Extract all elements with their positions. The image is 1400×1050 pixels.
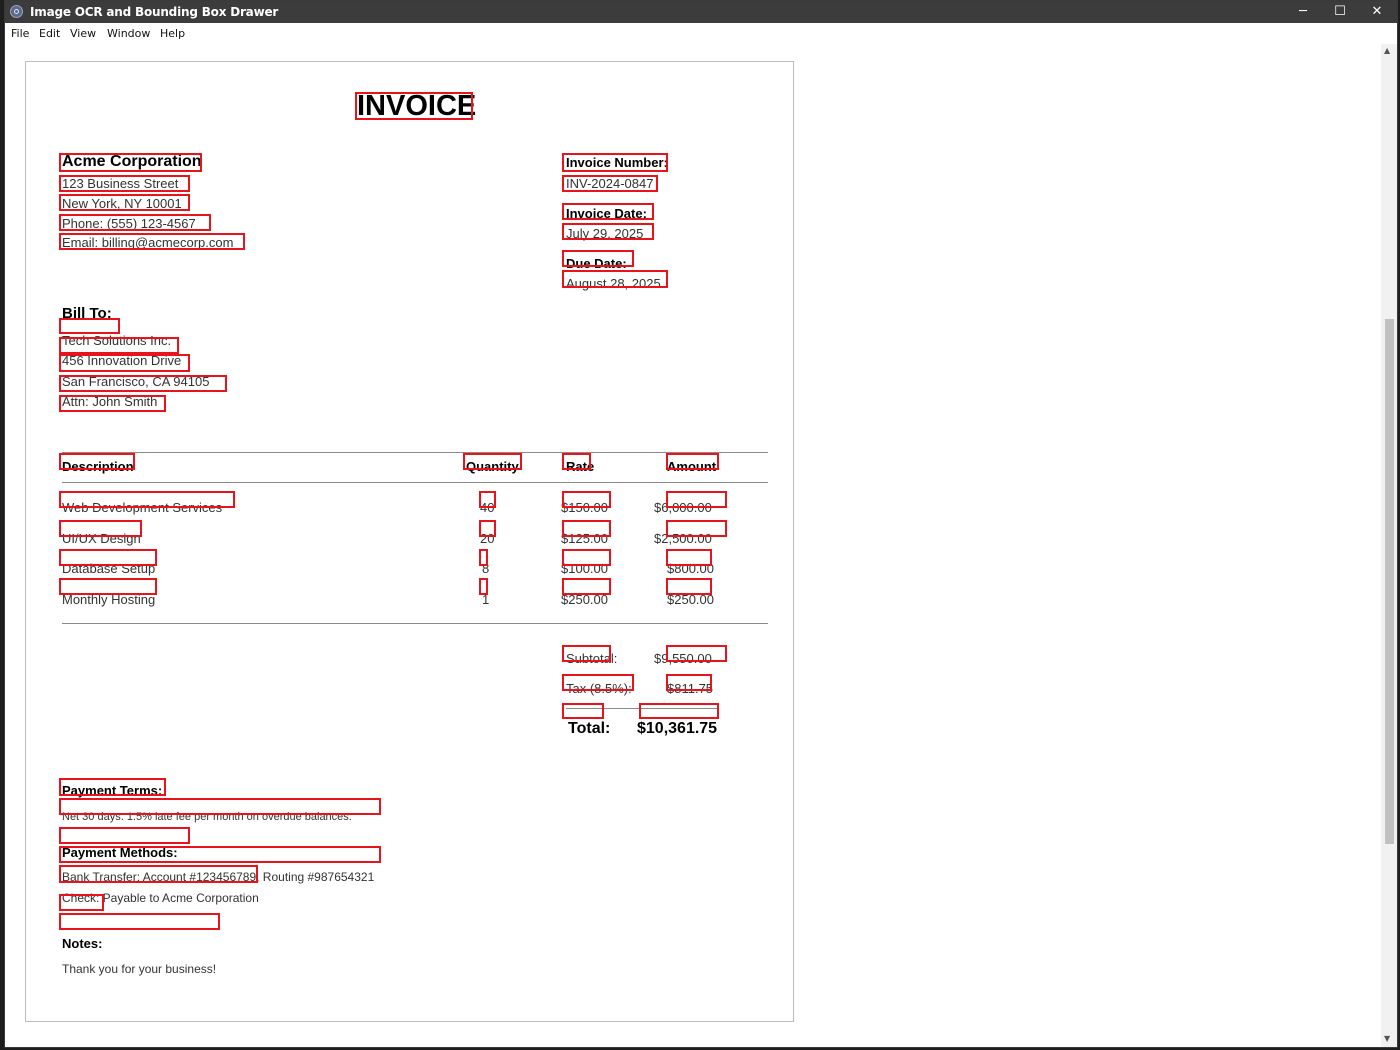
bounding-box[interactable]	[59, 578, 157, 595]
bounding-box[interactable]	[59, 894, 104, 911]
bounding-box[interactable]	[59, 865, 258, 883]
bounding-box[interactable]	[562, 578, 611, 595]
bounding-box[interactable]	[59, 520, 142, 537]
bounding-box[interactable]	[59, 375, 227, 392]
notes-label: Notes:	[62, 936, 103, 951]
bounding-box[interactable]	[479, 520, 496, 537]
bounding-box[interactable]	[59, 453, 135, 470]
bounding-box[interactable]	[59, 337, 179, 354]
bounding-box[interactable]	[59, 778, 166, 796]
bounding-box[interactable]	[59, 491, 235, 508]
bounding-box[interactable]	[59, 913, 220, 930]
bounding-box[interactable]	[59, 175, 190, 192]
table-top-rule	[62, 452, 768, 453]
bounding-box[interactable]	[59, 827, 190, 844]
menu-edit[interactable]: Edit	[39, 27, 60, 40]
image-viewport[interactable]: INVOICE Acme Corporation 123 Business St…	[5, 44, 1381, 1047]
total-label: Total:	[568, 720, 611, 737]
menu-file[interactable]: File	[11, 27, 29, 40]
table-bottom-rule	[62, 623, 768, 624]
title-bar[interactable]: Image OCR and Bounding Box Drawer ─ ☐ ✕	[5, 1, 1397, 23]
menu-bar: File Edit View Window Help	[5, 23, 1397, 44]
bounding-box[interactable]	[562, 250, 634, 267]
bounding-box[interactable]	[666, 549, 712, 566]
app-icon	[10, 5, 23, 18]
bounding-box[interactable]	[59, 194, 190, 211]
bounding-box[interactable]	[562, 175, 658, 192]
total-value: $10,361.75	[637, 720, 718, 737]
bounding-box[interactable]	[59, 233, 245, 250]
bounding-box[interactable]	[562, 270, 668, 288]
table-header-rule	[62, 482, 768, 483]
menu-view[interactable]: View	[70, 27, 96, 40]
bounding-box[interactable]	[666, 520, 727, 537]
bounding-box[interactable]	[562, 491, 611, 508]
menu-help[interactable]: Help	[160, 27, 185, 40]
bounding-box[interactable]	[562, 674, 634, 691]
scroll-up-icon[interactable]: ▲	[1384, 46, 1390, 55]
minimize-icon[interactable]: ─	[1285, 1, 1321, 23]
bounding-box[interactable]	[666, 491, 727, 508]
bounding-box[interactable]	[59, 214, 211, 231]
bounding-box[interactable]	[59, 549, 157, 566]
bounding-box[interactable]	[59, 395, 166, 412]
bounding-box[interactable]	[562, 153, 668, 172]
bounding-box[interactable]	[355, 92, 473, 120]
app-window: Image OCR and Bounding Box Drawer ─ ☐ ✕ …	[4, 0, 1398, 1048]
bounding-box[interactable]	[562, 223, 654, 240]
bounding-box[interactable]	[59, 846, 381, 863]
bounding-box[interactable]	[562, 203, 654, 220]
vertical-scrollbar[interactable]: ▲ ▼	[1381, 44, 1397, 1047]
bounding-box[interactable]	[666, 578, 712, 595]
menu-window[interactable]: Window	[107, 27, 150, 40]
bounding-box[interactable]	[562, 549, 611, 566]
bounding-box[interactable]	[463, 453, 522, 470]
scroll-down-icon[interactable]: ▼	[1384, 1034, 1390, 1043]
bounding-box[interactable]	[562, 453, 591, 470]
bounding-box[interactable]	[59, 354, 190, 372]
bounding-box[interactable]	[666, 674, 712, 691]
bounding-box[interactable]	[562, 520, 611, 537]
bounding-box[interactable]	[59, 798, 381, 815]
bounding-box[interactable]	[479, 578, 488, 595]
scroll-thumb[interactable]	[1385, 319, 1394, 844]
close-icon[interactable]: ✕	[1359, 1, 1395, 23]
bounding-box[interactable]	[562, 703, 604, 719]
bounding-box[interactable]	[59, 153, 202, 172]
bounding-box[interactable]	[666, 645, 727, 662]
bounding-box[interactable]	[479, 491, 496, 508]
bounding-box[interactable]	[562, 645, 611, 662]
bounding-box[interactable]	[639, 703, 719, 719]
maximize-icon[interactable]: ☐	[1322, 1, 1358, 23]
bounding-box[interactable]	[479, 549, 488, 566]
notes-text: Thank you for your business!	[62, 962, 217, 976]
bounding-box[interactable]	[666, 453, 719, 470]
window-title: Image OCR and Bounding Box Drawer	[30, 5, 279, 19]
bounding-box[interactable]	[59, 318, 120, 334]
